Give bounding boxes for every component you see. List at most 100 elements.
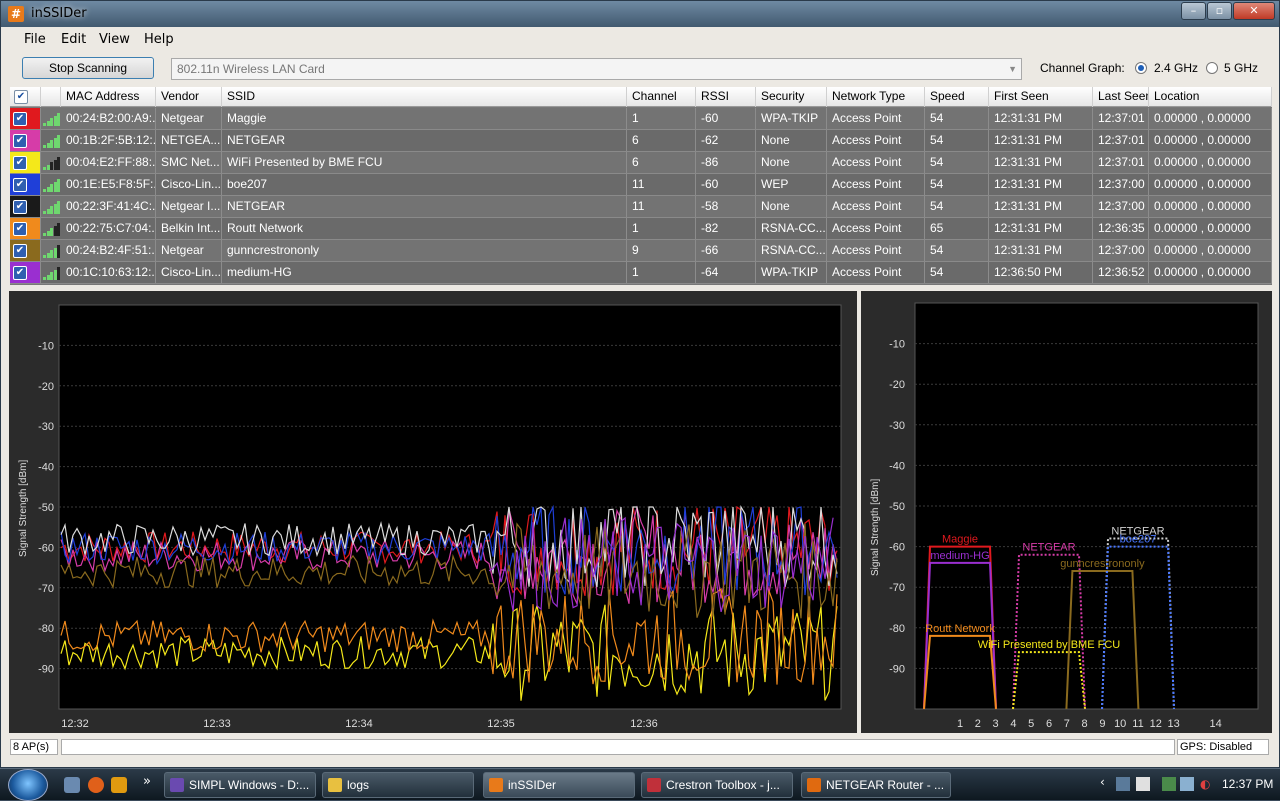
table-row[interactable]: ✔ 00:04:E2:FF:88:... SMC Net... WiFi Presen… [10,152,1272,174]
taskbar-item[interactable]: SIMPL Windows - D:... [164,772,316,798]
clock[interactable]: 12:37 PM [1222,777,1273,791]
column-header-ssid[interactable]: SSID [222,87,627,107]
menu-help[interactable]: Help [144,32,174,47]
network-table: ✔ MAC Address Vendor SSID Channel RSSI Securi… [10,87,1272,285]
cell-speed: 54 [925,108,989,129]
table-row[interactable]: ✔ 00:24:B2:4F:51:... Netgear gunncrestronon… [10,240,1272,262]
cell-last: 12:37:00 PM [1093,196,1149,217]
menu-file[interactable]: File [24,32,46,47]
x-tick-label: 13 [1167,718,1179,730]
x-tick-label: 12 [1150,718,1162,730]
volume-muted-icon[interactable]: ◐ [1200,777,1210,791]
x-tick-label: 4 [1010,718,1016,730]
cell-channel: 11 [627,196,696,217]
cell-vendor: SMC Net... [156,152,222,173]
menu-edit[interactable]: Edit [61,32,86,47]
taskbar-item[interactable]: inSSIDer [483,772,635,798]
row-checkbox[interactable]: ✔ [13,112,27,126]
maximize-button[interactable]: ▫ [1207,2,1232,20]
app-tray-icon[interactable] [1136,777,1150,791]
column-header-first-seen[interactable]: First Seen [989,87,1093,107]
column-header-last-seen[interactable]: Last Seen [1093,87,1149,107]
task-app-icon [328,778,342,792]
taskbar-item[interactable]: logs [322,772,474,798]
cell-rssi: -62 [696,130,756,151]
taskbar-item[interactable]: Crestron Toolbox - j... [641,772,793,798]
select-all-checkbox[interactable]: ✔ [14,90,28,104]
x-tick-label: 6 [1046,718,1052,730]
stop-scanning-button[interactable]: Stop Scanning [22,57,154,79]
cell-speed: 54 [925,196,989,217]
cell-mac: 00:22:3F:41:4C:... [61,196,156,217]
title-bar[interactable]: # inSSIDer – ▫ ✕ [1,1,1279,27]
band-24-label[interactable]: 2.4 GHz [1154,61,1198,75]
table-row[interactable]: ✔ 00:1B:2F:5B:12:... NETGEA... NETGEAR 6 -62 N… [10,130,1272,152]
table-row[interactable]: ✔ 00:1E:E5:F8:5F:... Cisco-Lin... boe207 11-… [10,174,1272,196]
signal-bars-icon [43,178,61,192]
network-connections-icon[interactable] [1180,777,1194,791]
y-tick-label: -70 [889,582,905,594]
signal-header[interactable] [41,87,61,107]
y-tick-label: -80 [889,623,905,635]
column-header-mac-address[interactable]: MAC Address [61,87,156,107]
adapter-select[interactable]: 802.11n Wireless LAN Card ▼ [171,58,1022,80]
task-label: SIMPL Windows - D:... [189,778,310,792]
network-label: WiFi Presented by BME FCU [978,639,1120,651]
row-checkbox[interactable]: ✔ [13,134,27,148]
tray-expand-icon[interactable]: ‹ [1100,775,1105,789]
cell-speed: 54 [925,152,989,173]
column-header-channel[interactable]: Channel [627,87,696,107]
cell-security: None [756,152,827,173]
table-row[interactable]: ✔ 00:1C:10:63:12:... Cisco-Lin... medium-HG… [10,262,1272,284]
column-header-location[interactable]: Location [1149,87,1272,107]
firefox-icon[interactable] [88,777,104,793]
cell-vendor: Netgear [156,240,222,261]
window-title: inSSIDer [31,6,87,21]
system-tray: ‹ ◐ [1100,775,1220,795]
signal-bars-icon [43,134,61,148]
row-checkbox[interactable]: ✔ [13,222,27,236]
show-desktop-icon[interactable] [64,777,80,793]
app-window: # inSSIDer – ▫ ✕ File Edit View Help Sto… [0,0,1280,768]
network-label: NETGEAR [1022,542,1075,554]
minimize-button[interactable]: – [1181,2,1206,20]
cell-channel: 1 [627,108,696,129]
column-header-speed[interactable]: Speed [925,87,989,107]
row-checkbox[interactable]: ✔ [13,266,27,280]
close-button[interactable]: ✕ [1233,2,1275,20]
column-header-rssi[interactable]: RSSI [696,87,756,107]
taskbar-item[interactable]: NETGEAR Router - ... [801,772,951,798]
column-header-vendor[interactable]: Vendor [156,87,222,107]
column-header-network-type[interactable]: Network Type [827,87,925,107]
signal-bars-icon [43,112,61,126]
table-row[interactable]: ✔ 00:22:3F:41:4C:... Netgear I... NETGEAR 11… [10,196,1272,218]
x-tick-label: 11 [1132,718,1143,730]
usb-icon[interactable] [1162,777,1176,791]
start-button[interactable] [8,769,48,801]
cell-vendor: Cisco-Lin... [156,262,222,283]
more-quicklaunch-icon[interactable]: » [143,774,151,789]
row-checkbox[interactable]: ✔ [13,156,27,170]
network-icon[interactable] [1116,777,1130,791]
column-header-security[interactable]: Security [756,87,827,107]
band-5-label[interactable]: 5 GHz [1224,61,1258,75]
row-checkbox[interactable]: ✔ [13,244,27,258]
table-row[interactable]: ✔ 00:24:B2:00:A9:... Netgear Maggie 1 -60 WPA-… [10,108,1272,130]
band-24-radio[interactable] [1135,62,1147,74]
menu-view[interactable]: View [99,32,130,47]
band-5-radio[interactable] [1206,62,1218,74]
row-checkbox[interactable]: ✔ [13,200,27,214]
gps-status: GPS: Disabled [1177,739,1269,755]
row-checkbox[interactable]: ✔ [13,178,27,192]
x-tick-label: 12:35 [487,718,515,730]
cell-location: 0.00000 , 0.00000 [1149,240,1272,261]
y-axis-label: Signal Strength [dBm] [18,460,29,557]
cell-type: Access Point [827,196,925,217]
table-row[interactable]: ✔ 00:22:75:C7:04:... Belkin Int... Routt Ne… [10,218,1272,240]
chevron-down-icon[interactable]: ▼ [1008,59,1017,79]
cell-type: Access Point [827,130,925,151]
row-color-cell: ✔ [10,108,41,129]
row-color-cell: ✔ [10,240,41,261]
media-player-icon[interactable] [111,777,127,793]
y-tick-label: -60 [889,542,905,554]
